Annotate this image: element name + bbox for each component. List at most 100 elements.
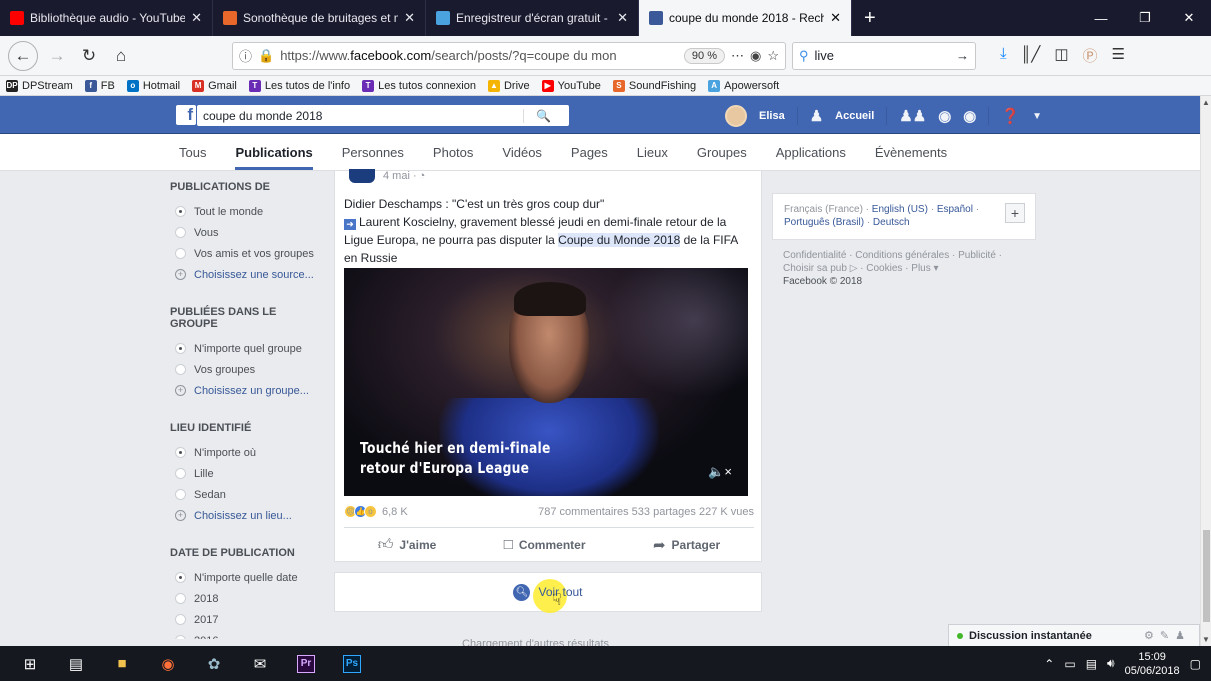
- search-go-icon[interactable]: →: [956, 48, 969, 63]
- footer-links[interactable]: Confidentialité · Conditions générales ·…: [783, 249, 1023, 275]
- post-date[interactable]: 4 mai ·: [383, 170, 417, 182]
- browser-tab[interactable]: Sonothèque de bruitages et m ✕: [213, 0, 426, 36]
- search-input[interactable]: live: [815, 48, 950, 63]
- search-icon[interactable]: 🔍︎: [513, 583, 531, 601]
- scroll-up-icon[interactable]: ▲: [1202, 98, 1210, 107]
- firefox-icon[interactable]: ◉: [150, 646, 186, 681]
- mute-icon[interactable]: 🔈×: [708, 464, 732, 480]
- scope-tab[interactable]: Évènements: [875, 145, 947, 160]
- create-group-icon[interactable]: ♟: [1175, 630, 1191, 642]
- bookmark-item[interactable]: T Les tutos connexion: [362, 79, 476, 92]
- settings-icon[interactable]: ⚙: [1144, 630, 1160, 642]
- browser-tab[interactable]: coupe du monde 2018 - Reche ✕: [639, 0, 852, 36]
- page-actions-icon[interactable]: ⋯: [731, 48, 744, 64]
- radio-button[interactable]: [175, 614, 186, 625]
- filter-option[interactable]: 2017: [164, 609, 324, 630]
- task-view-icon[interactable]: ▤: [58, 646, 94, 681]
- search-bar[interactable]: ⚲ live →: [792, 41, 976, 70]
- filter-option[interactable]: Vous: [164, 222, 324, 243]
- engagement-stats[interactable]: 787 commentaires 533 partages 227 K vues: [538, 506, 754, 518]
- avatar[interactable]: [725, 105, 747, 127]
- filter-choose-link[interactable]: + Choisissez un groupe...: [164, 380, 324, 401]
- battery-icon[interactable]: ▭: [1064, 657, 1075, 671]
- menu-icon[interactable]: ☰: [1112, 45, 1125, 66]
- radio-button[interactable]: [175, 248, 186, 259]
- paint-icon[interactable]: ✿: [196, 646, 232, 681]
- url-text[interactable]: https://www.facebook.com/search/posts/?q…: [280, 48, 678, 63]
- filter-option[interactable]: N'importe quel groupe: [164, 338, 324, 359]
- extension-icon[interactable]: Ⓟ: [1083, 45, 1098, 66]
- chat-bar[interactable]: Discussion instantanée ⚙✎♟: [948, 624, 1200, 647]
- reload-button[interactable]: ↻: [76, 43, 102, 69]
- filter-option[interactable]: N'importe où: [164, 442, 324, 463]
- scope-tab[interactable]: Vidéos: [502, 145, 542, 160]
- scope-tab[interactable]: Tous: [179, 145, 206, 160]
- bookmark-star-icon[interactable]: ☆: [767, 48, 779, 64]
- filter-choose-link[interactable]: + Choisissez un lieu...: [164, 505, 324, 526]
- friend-requests-icon[interactable]: ♟♟: [899, 107, 926, 125]
- premiere-pro-icon[interactable]: Pr: [288, 646, 324, 681]
- reactions-icons[interactable]: ☹ 👍 o: [344, 505, 377, 518]
- close-icon[interactable]: ✕: [617, 10, 628, 26]
- zoom-level[interactable]: 90 %: [683, 47, 725, 64]
- filter-option[interactable]: N'importe quelle date: [164, 567, 324, 588]
- add-language-button[interactable]: +: [1005, 203, 1025, 223]
- language-link[interactable]: English (US): [872, 204, 928, 215]
- home-link[interactable]: Accueil: [835, 110, 874, 122]
- scope-tab[interactable]: Pages: [571, 145, 608, 160]
- radio-button[interactable]: [175, 343, 186, 354]
- new-tab-button[interactable]: +: [852, 0, 888, 36]
- bookmark-item[interactable]: o Hotmail: [126, 79, 180, 92]
- volume-icon[interactable]: 🔊︎: [1107, 656, 1115, 671]
- url-bar[interactable]: ⓘ 🔒 https://www.facebook.com/search/post…: [232, 41, 786, 70]
- messenger-icon[interactable]: ◉: [938, 107, 951, 125]
- filter-option[interactable]: 2016: [164, 630, 324, 639]
- scope-tab[interactable]: Personnes: [342, 145, 404, 160]
- search-engine-icon[interactable]: ⚲: [799, 48, 809, 64]
- filter-option[interactable]: Vos groupes: [164, 359, 324, 380]
- bookmark-item[interactable]: A Apowersoft: [708, 79, 779, 92]
- clock[interactable]: 15:09 05/06/2018: [1125, 650, 1180, 678]
- bookmark-item[interactable]: f FB: [84, 79, 115, 92]
- restore-icon[interactable]: ❐: [1123, 0, 1167, 36]
- filter-option[interactable]: Sedan: [164, 484, 324, 505]
- back-button[interactable]: ←: [8, 40, 38, 71]
- find-friends-icon[interactable]: ♟: [810, 107, 823, 125]
- info-icon[interactable]: ⓘ: [239, 46, 252, 65]
- radio-button[interactable]: [175, 227, 186, 238]
- bookmark-item[interactable]: DP DPStream: [6, 79, 73, 92]
- like-button[interactable]: 👍︎ J'aime: [378, 536, 437, 554]
- radio-button[interactable]: [175, 593, 186, 604]
- close-icon[interactable]: ✕: [191, 10, 202, 26]
- network-icon[interactable]: ▤: [1086, 657, 1097, 671]
- share-button[interactable]: ➦ Partager: [653, 536, 720, 554]
- scrollbar-thumb[interactable]: [1203, 530, 1210, 622]
- filter-option[interactable]: Lille: [164, 463, 324, 484]
- filter-choose-link[interactable]: + Choisissez une source...: [164, 264, 324, 285]
- page-scrollbar[interactable]: ▲ ▼: [1200, 96, 1211, 646]
- pocket-icon[interactable]: ◉: [750, 48, 761, 64]
- facebook-search-box[interactable]: coupe du monde 2018 🔍: [197, 105, 569, 126]
- radio-button[interactable]: [175, 489, 186, 500]
- windows-start-icon[interactable]: ⊞: [12, 646, 48, 681]
- bookmark-item[interactable]: ▲ Drive: [487, 79, 530, 92]
- scroll-down-icon[interactable]: ▼: [1202, 635, 1210, 644]
- help-icon[interactable]: ❓: [1001, 107, 1020, 125]
- notifications-icon[interactable]: ◉: [963, 107, 976, 125]
- radio-button[interactable]: [175, 635, 186, 639]
- filter-option[interactable]: Vos amis et vos groupes: [164, 243, 324, 264]
- home-button[interactable]: ⌂: [108, 43, 134, 69]
- scope-tab[interactable]: Lieux: [637, 145, 668, 160]
- scope-tab[interactable]: Groupes: [697, 145, 747, 160]
- language-link[interactable]: Português (Brasil): [784, 217, 864, 228]
- show-hidden-icons-icon[interactable]: ⌃: [1044, 657, 1054, 671]
- sidebar-icon[interactable]: ◫: [1054, 45, 1068, 66]
- reactions-count[interactable]: 6,8 K: [382, 506, 408, 518]
- language-link[interactable]: Español: [937, 204, 973, 215]
- filter-option[interactable]: Tout le monde: [164, 201, 324, 222]
- library-icon[interactable]: ║╱: [1021, 45, 1041, 66]
- radio-button[interactable]: [175, 364, 186, 375]
- compose-icon[interactable]: ✎: [1160, 630, 1175, 642]
- forward-button[interactable]: →: [44, 43, 70, 69]
- search-highlight[interactable]: Coupe du Monde 2018: [558, 233, 681, 247]
